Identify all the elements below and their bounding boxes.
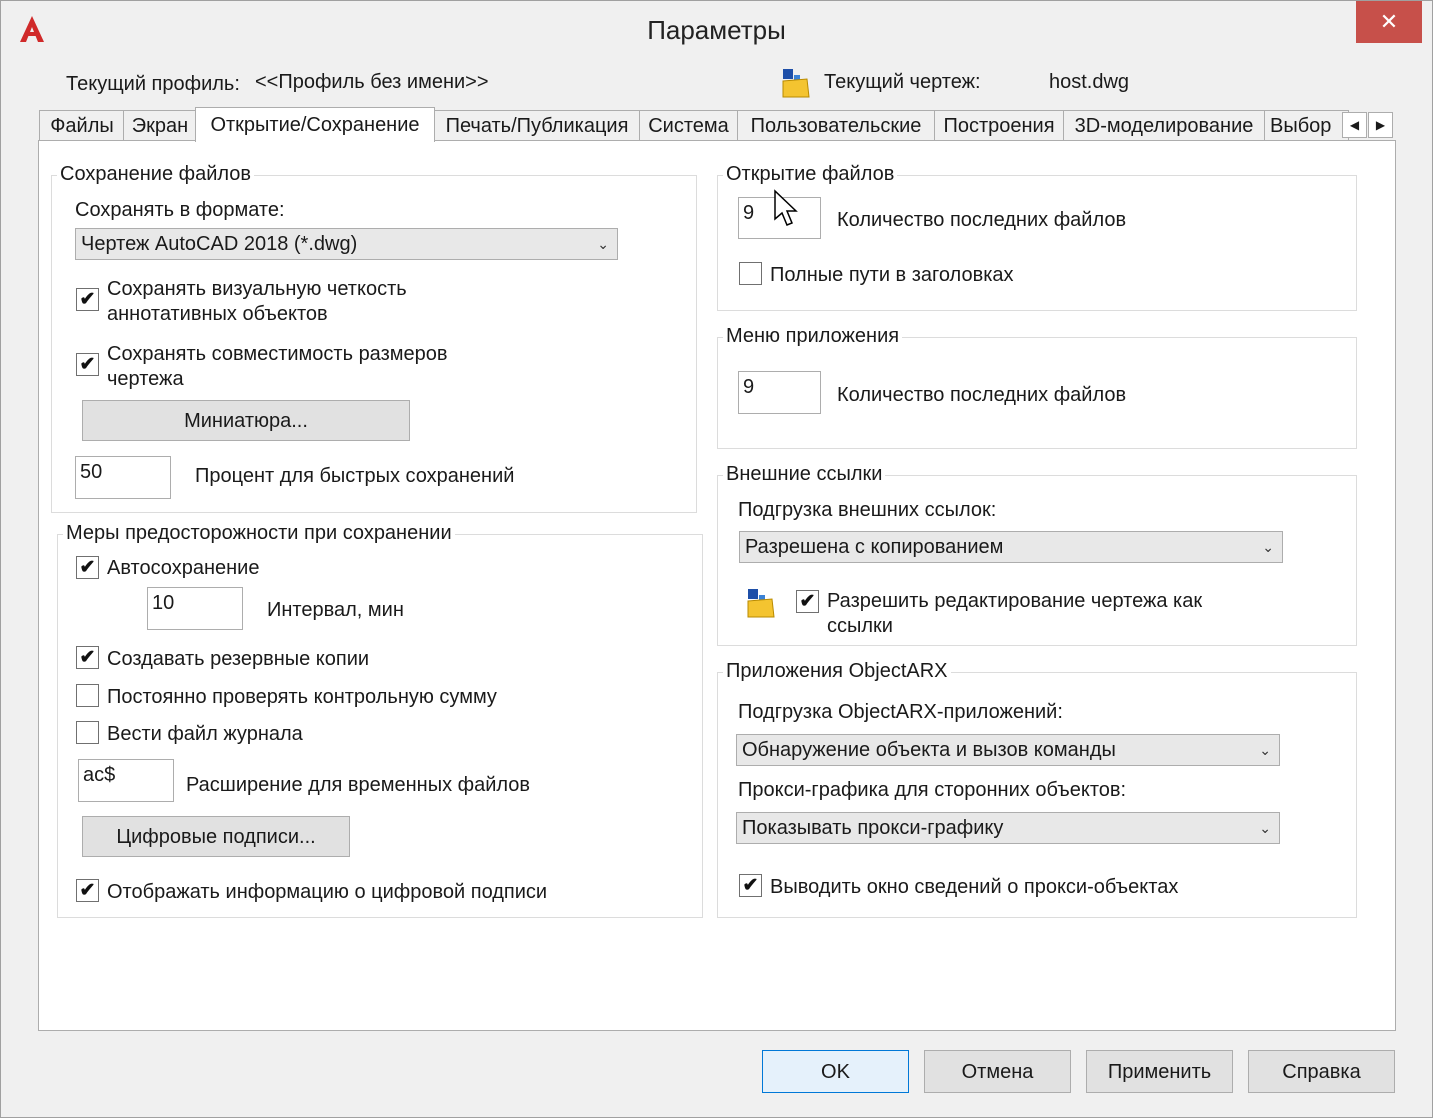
autosave-checkbox[interactable]: ✔ — [76, 556, 99, 579]
backup-copy-label: Создавать резервные копии — [107, 648, 370, 670]
incremental-save-label: Процент для быстрых сохранений — [195, 465, 515, 487]
dimension-compat-label-1: Сохранять совместимость размеров — [107, 343, 448, 365]
recent-files-label: Количество последних файлов — [837, 209, 1127, 231]
proxy-info-checkbox[interactable]: ✔ — [739, 874, 762, 897]
current-drawing-label: Текущий чертеж: — [824, 71, 981, 93]
digsig-info-checkbox[interactable]: ✔ — [76, 879, 99, 902]
save-format-select[interactable]: Чертеж AutoCAD 2018 (*.dwg) ⌄ — [75, 228, 618, 260]
proxy-graphics-value: Показывать прокси-графику — [742, 817, 1004, 839]
close-button[interactable]: ✕ — [1356, 1, 1422, 43]
temp-extension-input[interactable]: ac$ — [78, 759, 174, 802]
xref-edit-label-2: ссылки — [827, 615, 893, 637]
cancel-button[interactable]: Отмена — [924, 1050, 1071, 1093]
xref-demand-select[interactable]: Разрешена с копированием ⌄ — [739, 531, 1283, 563]
tab-user-preferences[interactable]: Пользовательские — [737, 110, 935, 142]
annotative-visual-fidelity-label-1: Сохранять визуальную четкость — [107, 278, 407, 300]
objectarx-legend: Приложения ObjectARX — [723, 660, 951, 683]
arx-demand-value: Обнаружение объекта и вызов команды — [742, 739, 1116, 761]
backup-copy-checkbox[interactable]: ✔ — [76, 646, 99, 669]
mouse-cursor-icon — [773, 189, 799, 235]
annotative-visual-fidelity-label-2: аннотативных объектов — [107, 303, 328, 325]
tab-3d-modeling[interactable]: 3D-моделирование — [1063, 110, 1265, 142]
app-menu-recent-label: Количество последних файлов — [837, 384, 1127, 406]
autosave-interval-label: Интервал, мин — [267, 599, 404, 621]
tab-drafting[interactable]: Построения — [934, 110, 1064, 142]
save-format-label: Сохранять в формате: — [75, 199, 285, 221]
current-profile-label: Текущий профиль: — [66, 73, 240, 95]
ok-button[interactable]: OK — [762, 1050, 909, 1093]
annotative-visual-fidelity-checkbox[interactable]: ✔ — [76, 288, 99, 311]
log-file-checkbox[interactable] — [76, 721, 99, 744]
proxy-info-label: Выводить окно сведений о прокси-объектах — [770, 876, 1179, 898]
log-file-label: Вести файл журнала — [107, 723, 303, 745]
tab-scroll-right-button[interactable]: ▶ — [1368, 112, 1393, 138]
file-open-legend: Открытие файлов — [723, 163, 898, 186]
current-drawing-value: host.dwg — [1049, 71, 1130, 93]
tab-open-save[interactable]: Открытие/Сохранение — [195, 107, 435, 142]
tab-plot-publish[interactable]: Печать/Публикация — [434, 110, 640, 142]
save-format-value: Чертеж AutoCAD 2018 (*.dwg) — [81, 233, 358, 255]
xrefs-legend: Внешние ссылки — [723, 463, 886, 486]
xref-demand-label: Подгрузка внешних ссылок: — [738, 499, 997, 521]
tab-scroll-left-button[interactable]: ◀ — [1342, 112, 1367, 138]
apply-button[interactable]: Применить — [1086, 1050, 1233, 1093]
xref-demand-value: Разрешена с копированием — [745, 536, 1004, 558]
digsig-info-label: Отображать информацию о цифровой подписи — [107, 881, 548, 903]
options-dialog: Параметры ✕ Текущий профиль: <<Профиль б… — [0, 0, 1433, 1118]
chevron-down-icon: ⌄ — [1259, 820, 1271, 836]
dimension-compat-checkbox[interactable]: ✔ — [76, 353, 99, 376]
temp-extension-label: Расширение для временных файлов — [186, 774, 531, 796]
arx-demand-label: Подгрузка ObjectARX-приложений: — [738, 701, 1063, 723]
app-menu-recent-input[interactable]: 9 — [738, 371, 821, 414]
current-profile-value: <<Профиль без имени>> — [255, 71, 489, 93]
app-menu-legend: Меню приложения — [723, 325, 903, 348]
tab-display[interactable]: Экран — [123, 110, 197, 142]
crc-check-label: Постоянно проверять контрольную сумму — [107, 686, 497, 708]
xref-drawing-icon — [746, 587, 776, 618]
dimension-compat-label-2: чертежа — [107, 368, 184, 390]
thumbnail-button[interactable]: Миниатюра... — [82, 400, 410, 441]
proxy-graphics-label: Прокси-графика для сторонних объектов: — [738, 779, 1127, 801]
crc-check-checkbox[interactable] — [76, 684, 99, 707]
proxy-graphics-select[interactable]: Показывать прокси-графику ⌄ — [736, 812, 1280, 844]
safety-legend: Меры предосторожности при сохранении — [63, 522, 455, 545]
tab-system[interactable]: Система — [639, 110, 738, 142]
tab-files[interactable]: Файлы — [39, 110, 125, 142]
autosave-interval-input[interactable]: 10 — [147, 587, 243, 630]
window-title: Параметры — [647, 15, 786, 45]
chevron-down-icon: ⌄ — [1262, 539, 1274, 555]
arx-demand-select[interactable]: Обнаружение объекта и вызов команды ⌄ — [736, 734, 1280, 766]
autosave-label: Автосохранение — [107, 557, 260, 579]
chevron-down-icon: ⌄ — [597, 236, 609, 252]
chevron-down-icon: ⌄ — [1259, 742, 1271, 758]
tab-selection[interactable]: Выбор — [1264, 110, 1349, 142]
incremental-save-input[interactable]: 50 — [75, 456, 171, 499]
file-save-legend: Сохранение файлов — [57, 163, 255, 186]
help-button[interactable]: Справка — [1248, 1050, 1395, 1093]
full-path-label: Полные пути в заголовках — [770, 264, 1014, 286]
full-path-checkbox[interactable] — [739, 262, 762, 285]
xref-edit-label-1: Разрешить редактирование чертежа как — [827, 590, 1203, 612]
drawing-file-icon — [781, 67, 811, 98]
xref-edit-checkbox[interactable]: ✔ — [796, 590, 819, 613]
digital-signatures-button[interactable]: Цифровые подписи... — [82, 816, 350, 857]
file-open-group — [717, 175, 1357, 311]
